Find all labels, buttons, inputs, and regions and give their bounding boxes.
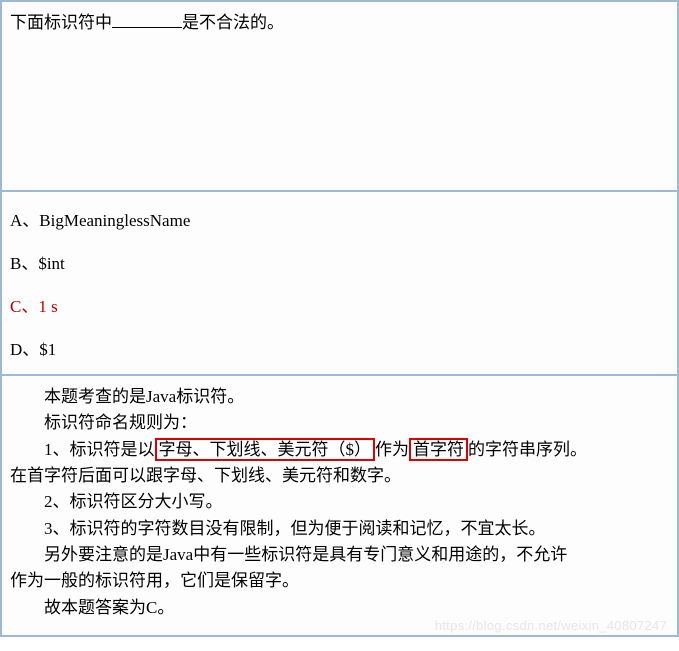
option-b: B、$int — [10, 249, 669, 274]
options-section: A、BigMeaninglessName B、$int C、1 s D、$1 — [0, 190, 679, 374]
question-prefix: 下面标识符中 — [10, 13, 112, 32]
explanation-line-5: 3、标识符的字符数目没有限制，但为便于阅读和记忆，不宜太长。 — [10, 516, 669, 542]
option-d: D、$1 — [10, 335, 669, 360]
explanation-line-6: 另外要注意的是Java中有一些标识符是具有专门意义和用途的，不允许 — [10, 542, 669, 568]
explanation-line-1: 本题考查的是Java标识符。 — [10, 384, 669, 410]
explanation-section: 本题考查的是Java标识符。 标识符命名规则为： 1、标识符是以字母、下划线、美… — [0, 374, 679, 637]
blank-line — [112, 11, 182, 28]
highlight-first-char-word: 首字符 — [409, 438, 468, 461]
question-section: 下面标识符中 是不合法的。 — [0, 0, 679, 190]
explanation-line-4: 2、标识符区分大小写。 — [10, 489, 669, 515]
explanation-line-2: 标识符命名规则为： — [10, 410, 669, 436]
highlight-first-chars: 字母、下划线、美元符（$） — [155, 438, 376, 461]
option-c: C、1 s — [10, 292, 669, 317]
question-suffix: 是不合法的。 — [182, 13, 284, 32]
explanation-line-3: 1、标识符是以字母、下划线、美元符（$）作为首字符的字符串序列。 — [10, 437, 669, 463]
explanation-line-6-cont: 作为一般的标识符用，它们是保留字。 — [10, 568, 669, 594]
explanation-line-3-cont: 在首字符后面可以跟字母、下划线、美元符和数字。 — [10, 463, 669, 489]
watermark: https://blog.csdn.net/weixin_40807247 — [435, 616, 667, 636]
option-a: A、BigMeaninglessName — [10, 206, 669, 231]
